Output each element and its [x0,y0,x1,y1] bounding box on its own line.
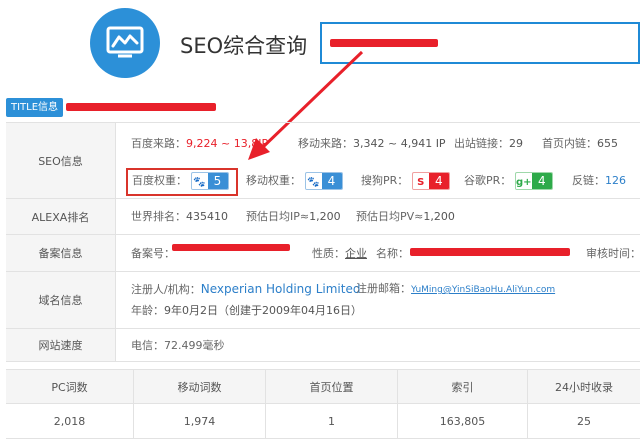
google-pr-badge[interactable]: g+ 4 [514,172,553,190]
google-pr: 谷歌PR： g+ 4 [464,172,553,190]
google-plus-icon: g+ [515,175,532,189]
stats-value-cell[interactable]: 1 [266,404,398,438]
outlinks: 出站链接：29 [454,137,523,150]
world-rank: 世界排名：435410 [131,210,228,223]
backlinks-value[interactable]: 126 [605,174,626,187]
home-inlinks: 首页内链：655 [542,137,618,150]
info-table: SEO信息 百度来路：9,224 ~ 13,8IP 移动来路：3,342 ~ 4… [6,122,640,362]
title-info-badge: TITLE信息 [6,98,64,117]
baidu-traffic-value[interactable]: 9,224 ~ 13,8 [186,137,258,150]
registrant: 注册人/机构：Nexperian Holding Limited [131,282,361,296]
speed-value: 电信：72.499毫秒 [131,339,225,352]
speed-row: 网站速度 电信：72.499毫秒 [6,329,640,362]
baidu-paw-icon: 🐾 [305,175,322,189]
line-chart-monitor-icon [106,26,144,58]
seo-label: SEO信息 [6,123,116,198]
email-link[interactable]: YuMing@YinSiBaoHu.AliYun.com [411,285,555,295]
baidu-traffic: 百度来路：9,224 ~ 13,8IP [131,137,269,150]
redacted-company-name [410,248,570,256]
seo-row: SEO信息 百度来路：9,224 ~ 13,8IP 移动来路：3,342 ~ 4… [6,123,640,199]
redacted-title [66,103,216,111]
registrant-link[interactable]: Nexperian Holding Limited [201,282,361,296]
mobile-weight-badge[interactable]: 🐾 4 [304,172,343,190]
age-value: 9年0月2日 [164,304,218,317]
daily-pv: 预估日均PV≈1,200 [356,210,455,223]
domain-age: 年龄：9年0月2日（创建于2009年04月16日） [131,304,362,317]
page-title: SEO综合查询 [180,34,308,58]
redacted-record-number [172,244,290,251]
alexa-row: ALEXA排名 世界排名：435410 预估日均IP≈1,200 预估日均PV≈… [6,199,640,235]
redacted-domain [330,39,438,47]
alexa-label: ALEXA排名 [6,199,116,234]
speed-label: 网站速度 [6,329,116,361]
stats-value-cell[interactable]: 163,805 [398,404,528,438]
stats-header-row: PC词数 移动词数 首页位置 索引 24小时收录 [6,369,640,404]
domain-label: 域名信息 [6,272,116,328]
stats-header-cell: 移动词数 [134,370,266,403]
record-number: 备案号： [131,247,175,260]
sogou-icon: S [412,175,429,189]
sogou-pr-badge[interactable]: S4 [411,172,450,190]
stats-header-cell: 首页位置 [266,370,398,403]
world-rank-value[interactable]: 435410 [186,210,228,223]
mobile-traffic: 移动来路：3,342 ~ 4,941 IP [298,137,446,150]
stats-header-cell: 24小时收录 [555,380,613,394]
icp-label: 备案信息 [6,235,116,271]
mobile-weight: 移动权重： 🐾 4 [246,172,343,190]
company-name: 名称： [376,247,409,260]
review-time: 审核时间： [586,247,640,260]
stats-value-row: 2,018 1,974 1 163,805 25 [6,404,640,439]
sogou-pr: 搜狗PR： S4 [361,172,450,190]
daily-ip: 预估日均IP≈1,200 [246,210,341,223]
outlinks-value[interactable]: 29 [509,137,523,150]
created-date: （创建于2009年04月16日） [218,304,362,317]
nature: 性质：企业 [312,247,367,260]
registrant-email: 注册邮箱：YuMing@YinSiBaoHu.AliYun.com [356,282,556,295]
site-logo[interactable] [90,8,160,78]
stats-header-cell: 索引 [398,370,528,403]
backlinks: 反链：126 [572,174,626,187]
home-inlinks-value[interactable]: 655 [597,137,618,150]
header: SEO综合查询 [0,0,640,90]
stats-header-cell: PC词数 [6,370,134,403]
baidu-weight-highlight [126,168,238,196]
nature-value[interactable]: 企业 [345,247,367,260]
domain-row: 域名信息 注册人/机构：Nexperian Holding Limited 注册… [6,272,640,329]
stats-value-cell[interactable]: 25 [528,404,640,438]
mobile-traffic-value[interactable]: 3,342 ~ 4,941 IP [353,137,446,150]
stats-value-cell[interactable]: 2,018 [6,404,134,438]
stats-value-cell[interactable]: 1,974 [134,404,266,438]
